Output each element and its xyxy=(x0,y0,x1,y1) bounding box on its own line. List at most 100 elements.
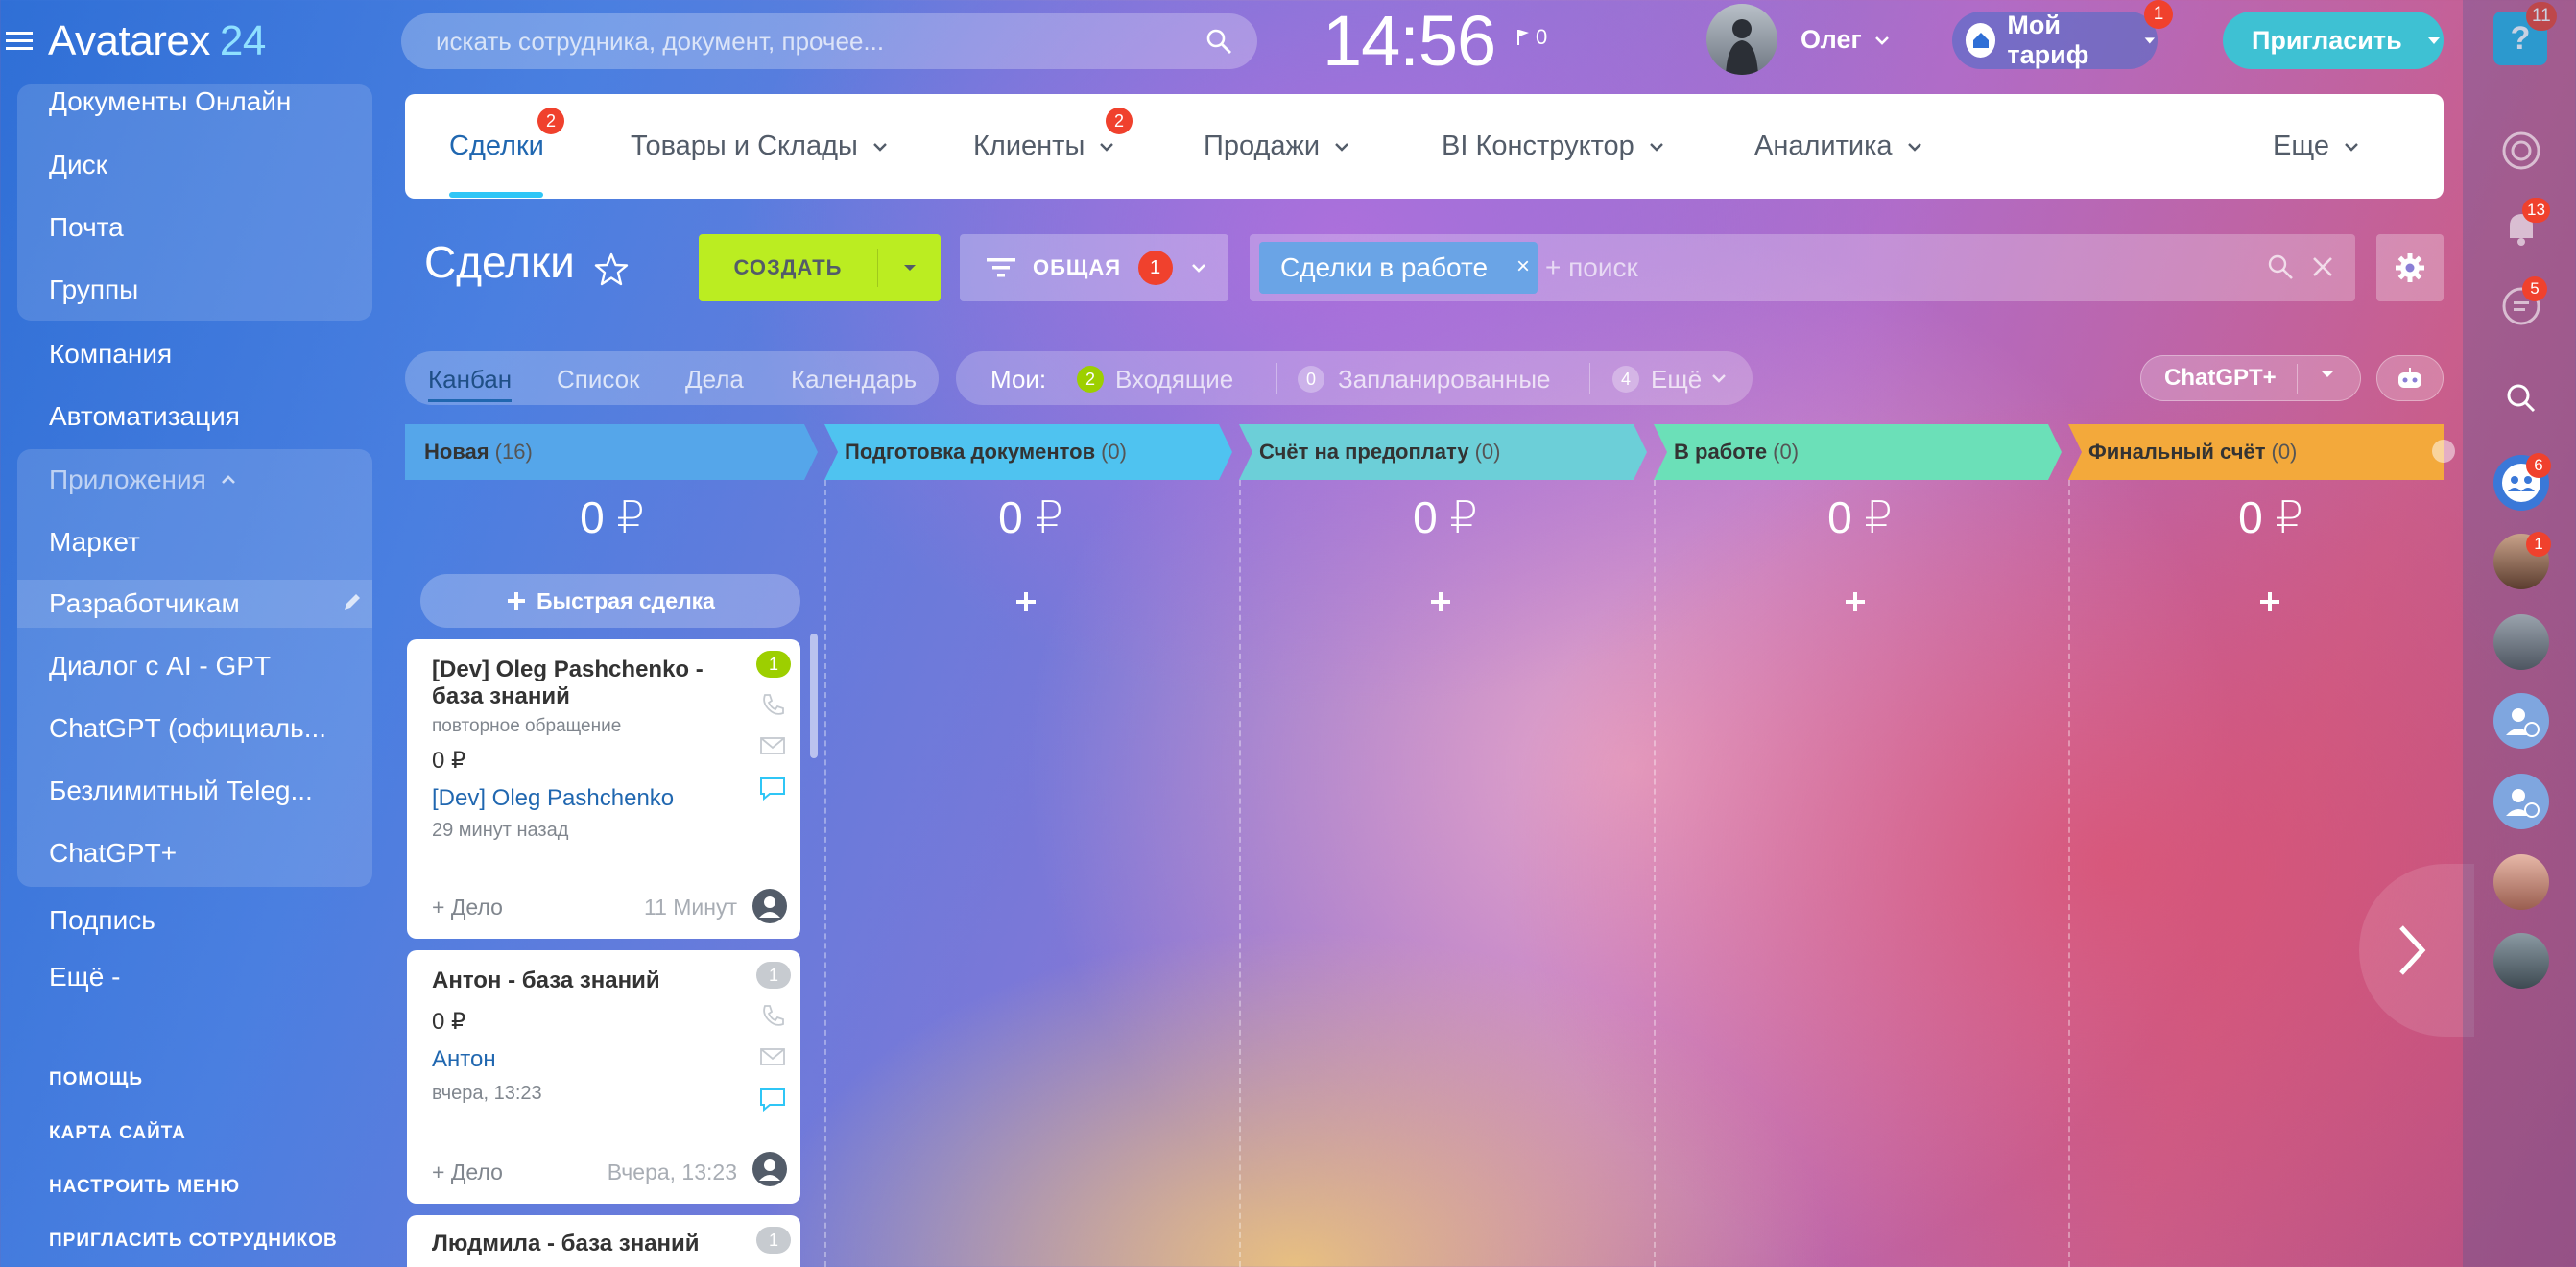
add-deal-plus-icon[interactable] xyxy=(1845,591,1866,612)
user-avatar[interactable] xyxy=(1706,4,1777,75)
sidebar-help[interactable]: ПОМОЩЬ xyxy=(49,1069,143,1090)
chat-icon[interactable] xyxy=(758,1085,787,1113)
phone-icon[interactable] xyxy=(758,691,787,720)
flag-count: 0 xyxy=(1536,25,1548,49)
add-deal-plus-icon[interactable] xyxy=(2259,591,2280,612)
filter-preset-button[interactable]: ОБЩАЯ 1 xyxy=(960,234,1228,301)
sidebar-item-more[interactable]: Ещё - xyxy=(49,962,120,992)
deal-card[interactable]: Людмила - база знаний 1 xyxy=(407,1215,800,1267)
sidebar-item-apps[interactable]: Приложения xyxy=(49,465,237,495)
tab-bi-builder[interactable]: BI Конструктор xyxy=(1442,131,1665,162)
create-button[interactable]: СОЗДАТЬ xyxy=(699,234,941,301)
tab-deals[interactable]: Сделки 2 xyxy=(449,108,564,162)
contact-avatar-placeholder[interactable] xyxy=(2493,774,2549,829)
tab-sales[interactable]: Продажи xyxy=(1204,131,1350,162)
global-search-input[interactable] xyxy=(401,13,1131,69)
stage-invoice[interactable]: Счёт на предоплату (0) xyxy=(1240,424,1500,480)
view-activities[interactable]: Дела xyxy=(685,365,744,394)
deal-card[interactable]: [Dev] Oleg Pashchenko - база знаний 1 по… xyxy=(407,639,800,939)
search-icon[interactable] xyxy=(1205,28,1232,55)
tab-clients[interactable]: Клиенты 2 xyxy=(973,108,1133,162)
sidebar-item-market[interactable]: Маркет xyxy=(49,527,140,558)
chat-icon[interactable] xyxy=(758,774,787,802)
contact-avatar[interactable] xyxy=(2493,614,2549,670)
robots-button[interactable] xyxy=(2376,355,2444,401)
search-icon[interactable] xyxy=(2267,253,2294,280)
sidebar-item-groups[interactable]: Группы xyxy=(49,275,138,305)
mail-icon[interactable] xyxy=(758,1042,787,1071)
scroll-right-button[interactable] xyxy=(2359,864,2474,1037)
mail-icon[interactable] xyxy=(758,731,787,760)
star-icon[interactable] xyxy=(593,251,630,288)
search-icon[interactable] xyxy=(2493,371,2549,426)
sidebar-item-automation[interactable]: Автоматизация xyxy=(49,401,240,432)
deal-card[interactable]: Антон - база знаний 1 0 ₽ Антон вчера, 1… xyxy=(407,950,800,1204)
sidebar-sitemap[interactable]: КАРТА САЙТА xyxy=(49,1123,186,1144)
close-icon[interactable] xyxy=(2311,255,2334,278)
view-kanban[interactable]: Канбан xyxy=(428,365,513,402)
deal-title[interactable]: [Dev] Oleg Pashchenko - база знаний xyxy=(432,657,720,710)
tab-products[interactable]: Товары и Склады xyxy=(631,131,889,162)
filter-search-input[interactable] xyxy=(1545,244,2179,292)
settings-button[interactable] xyxy=(2376,234,2444,301)
responsible-avatar[interactable] xyxy=(752,1152,787,1186)
filter-search-field[interactable]: Сделки в работе × xyxy=(1250,234,2355,301)
sidebar-item-developers[interactable]: Разработчикам xyxy=(49,588,240,619)
my-counters-bar: Мои: 2 Входящие 0 Запланированные 4 Ещё xyxy=(956,351,1753,405)
quick-deal-button[interactable]: Быстрая сделка xyxy=(420,574,800,628)
sidebar-item-disk[interactable]: Диск xyxy=(49,150,107,180)
planned-filter[interactable]: Запланированные xyxy=(1338,365,1551,394)
sidebar-item-ai-dialog[interactable]: Диалог с AI - GPT xyxy=(49,651,271,681)
stage-docs[interactable]: Подготовка документов (0) xyxy=(825,424,1127,480)
invite-button[interactable]: Пригласить xyxy=(2223,12,2444,69)
add-deal-plus-icon[interactable] xyxy=(1430,591,1451,612)
tab-more[interactable]: Еще xyxy=(2273,131,2360,162)
sidebar-configure-menu[interactable]: НАСТРОИТЬ МЕНЮ xyxy=(49,1177,240,1198)
pencil-icon[interactable] xyxy=(342,591,363,612)
sidebar-item-chatgpt-official[interactable]: ChatGPT (официаль... xyxy=(49,713,326,744)
deal-contact-link[interactable]: [Dev] Oleg Pashchenko xyxy=(432,785,674,812)
contact-avatar-placeholder[interactable] xyxy=(2493,693,2549,749)
create-dropdown[interactable] xyxy=(878,263,941,273)
add-deal-plus-icon[interactable] xyxy=(1015,591,1037,612)
column-scrollbar[interactable] xyxy=(810,634,818,758)
tab-analytics[interactable]: Аналитика xyxy=(1754,131,1923,162)
more-filter[interactable]: Ещё xyxy=(1651,365,1702,394)
menu-icon[interactable] xyxy=(6,27,33,54)
tariff-button[interactable]: Мой тариф 1 xyxy=(1952,0,2173,69)
stage-more-icon[interactable] xyxy=(2432,440,2455,463)
deal-contact-link[interactable]: Антон xyxy=(432,1046,496,1073)
responsible-avatar[interactable] xyxy=(752,889,787,923)
chip-remove-icon[interactable]: × xyxy=(1516,253,1530,280)
sidebar-item-chatgpt-plus[interactable]: ChatGPT+ xyxy=(49,838,177,869)
view-list[interactable]: Список xyxy=(557,365,640,394)
contact-avatar[interactable] xyxy=(2493,854,2549,910)
deal-title[interactable]: Людмила - база знаний xyxy=(432,1231,720,1257)
add-activity-link[interactable]: + Дело xyxy=(432,895,503,920)
chatgpt-plus-button[interactable]: ChatGPT+ xyxy=(2140,355,2361,401)
deal-title[interactable]: Антон - база знаний xyxy=(432,968,720,994)
sidebar-item-documents[interactable]: Документы Онлайн xyxy=(49,86,291,117)
column-divider xyxy=(2068,480,2070,1267)
phone-icon[interactable] xyxy=(758,1002,787,1031)
sidebar-item-mail[interactable]: Почта xyxy=(49,212,124,243)
sidebar-item-telegram[interactable]: Безлимитный Teleg... xyxy=(49,776,313,806)
stage-new[interactable]: Новая (16) xyxy=(405,424,533,480)
sidebar-invite-employees[interactable]: ПРИГЛАСИТЬ СОТРУДНИКОВ xyxy=(49,1231,338,1252)
stage-inwork[interactable]: В работе (0) xyxy=(1655,424,1799,480)
user-menu[interactable]: Олег xyxy=(1801,25,1891,55)
sidebar-item-company[interactable]: Компания xyxy=(49,339,172,370)
add-activity-link[interactable]: + Дело xyxy=(432,1159,503,1185)
timeman-icon[interactable] xyxy=(2493,123,2549,179)
caret-down-icon[interactable] xyxy=(2320,370,2335,379)
contact-avatar[interactable] xyxy=(2493,933,2549,989)
global-search[interactable] xyxy=(401,13,1257,69)
clock[interactable]: 14:56 xyxy=(1323,0,1496,82)
incoming-filter[interactable]: Входящие xyxy=(1115,365,1233,394)
logo[interactable]: Avatarex 24 xyxy=(48,17,266,65)
filter-chip[interactable]: Сделки в работе × xyxy=(1259,242,1538,294)
workday-flag[interactable]: 0 xyxy=(1516,25,1555,50)
sidebar-item-signature[interactable]: Подпись xyxy=(49,905,155,936)
stage-final[interactable]: Финальный счёт (0) xyxy=(2069,424,2297,480)
view-calendar[interactable]: Календарь xyxy=(791,365,917,394)
